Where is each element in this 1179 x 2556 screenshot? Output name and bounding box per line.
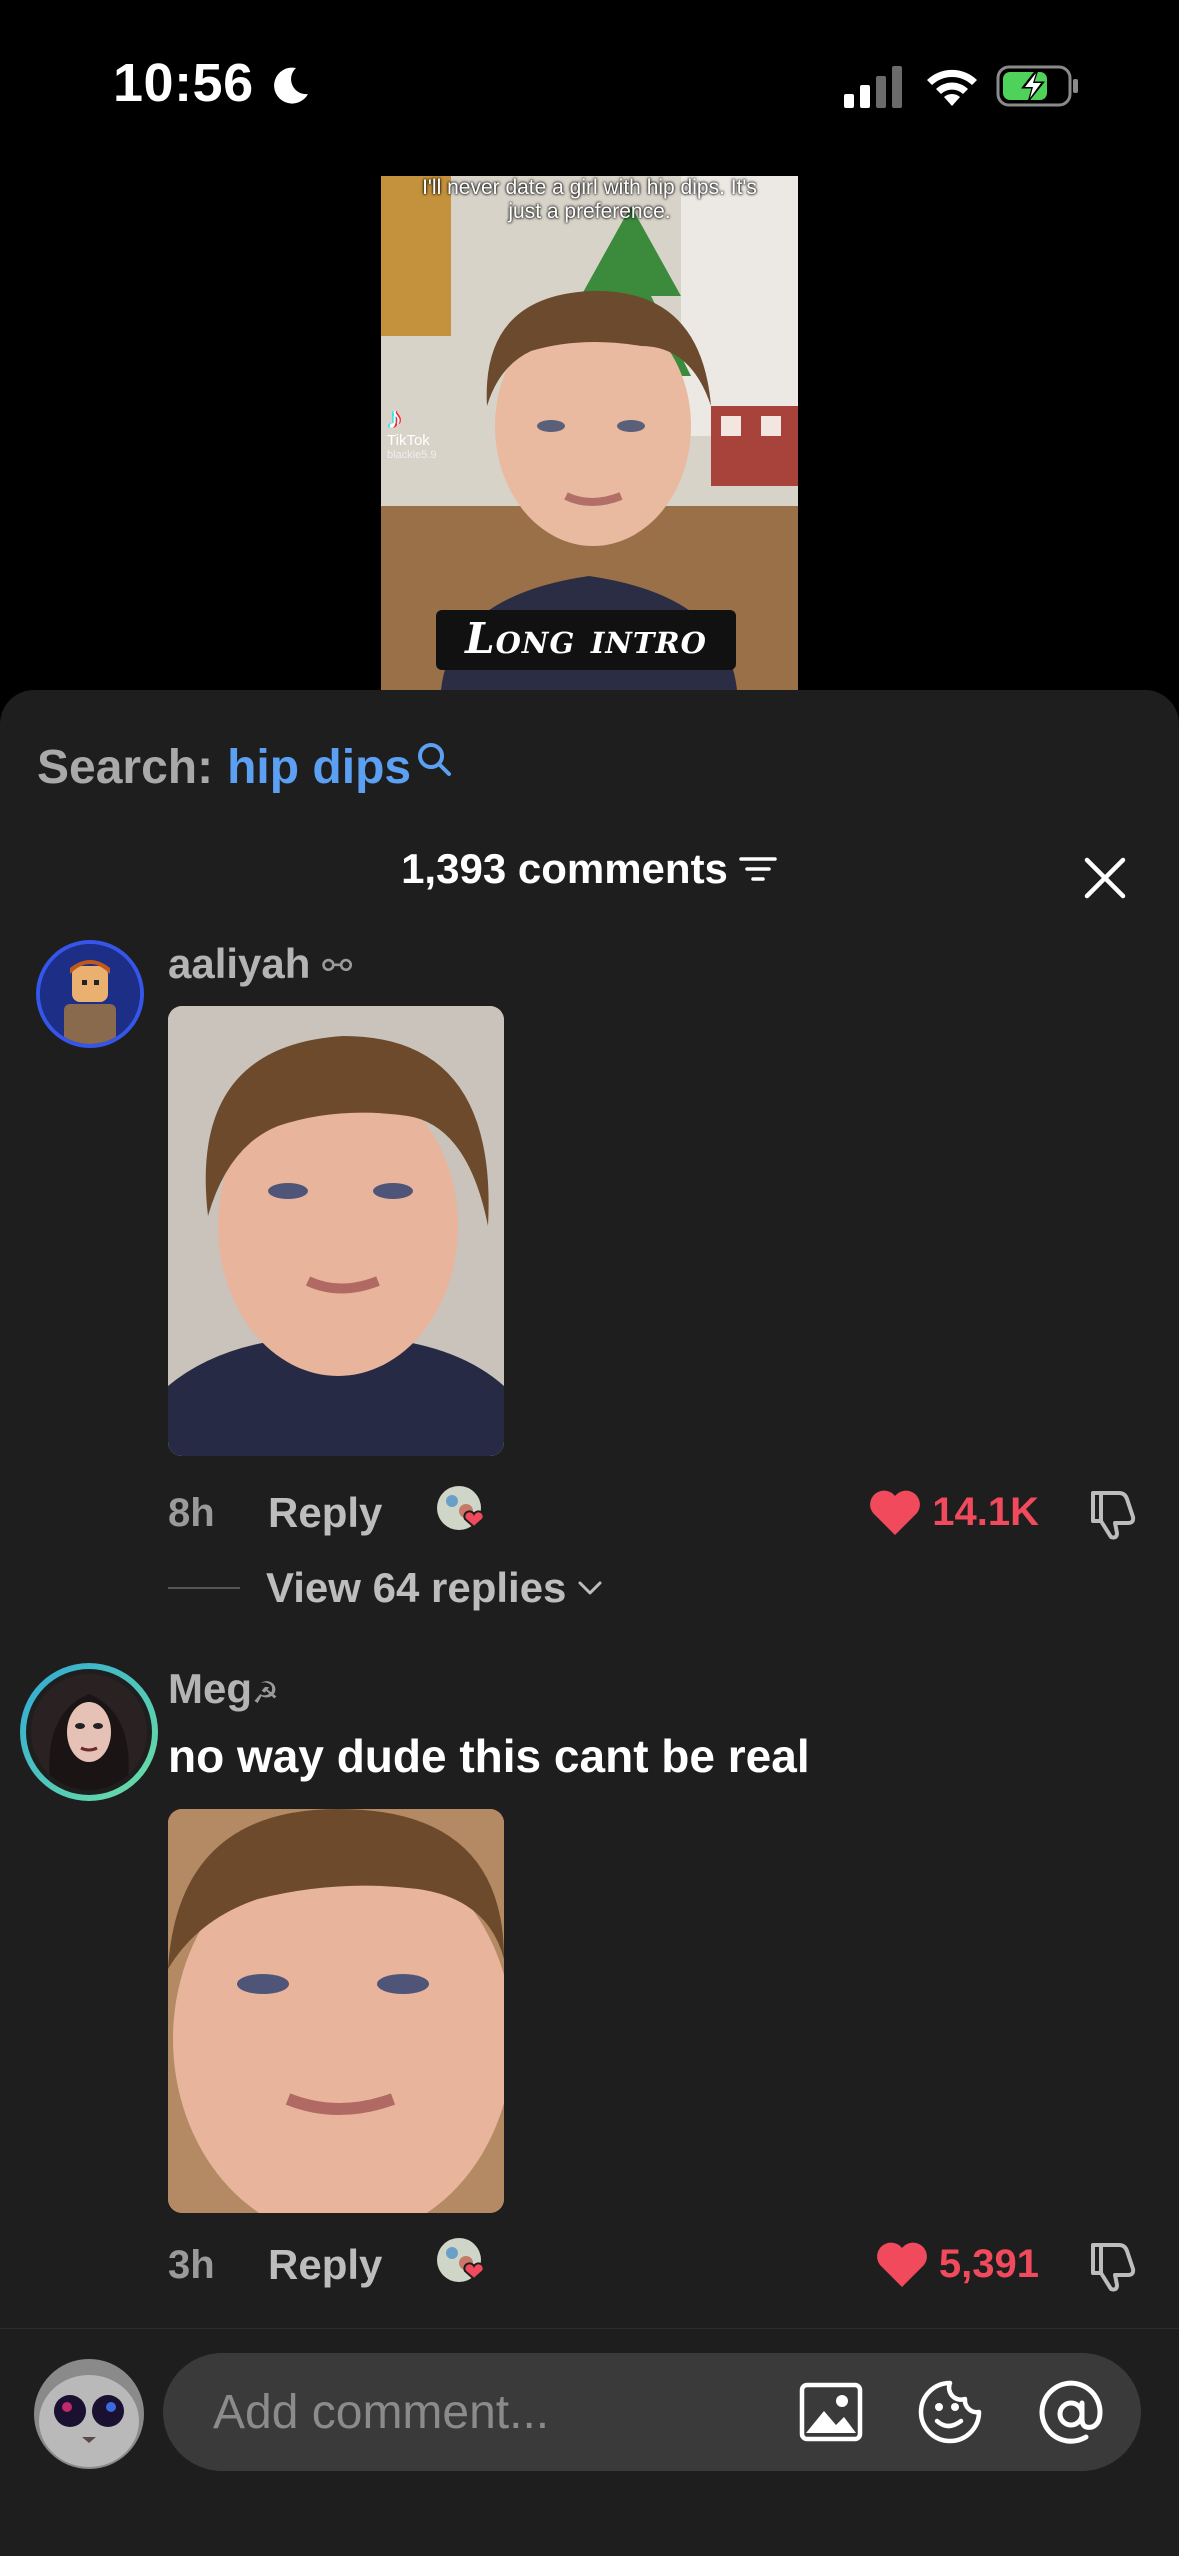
comment-username[interactable]: Meg☭	[168, 1665, 279, 1713]
search-term-link[interactable]: hip dips	[227, 740, 411, 795]
avatar[interactable]	[36, 940, 144, 1048]
watermark-user: blackie5.9	[387, 449, 437, 461]
mention-icon[interactable]	[1036, 2379, 1106, 2449]
avatar	[26, 1669, 152, 1795]
reply-button[interactable]: Reply	[268, 2241, 382, 2289]
reply-button[interactable]: Reply	[268, 1489, 382, 1537]
dislike-icon[interactable]	[1085, 1487, 1139, 1541]
watermark-brand: TikTok	[387, 432, 430, 449]
chevron-down-icon	[578, 1581, 602, 1595]
my-avatar-image	[34, 2359, 144, 2469]
moon-icon	[274, 67, 308, 104]
avatar-image	[31, 1674, 147, 1790]
wifi-icon	[927, 69, 977, 106]
comment-text: no way dude this cant be real	[168, 1730, 810, 1782]
filter-icon[interactable]	[738, 854, 778, 884]
related-search[interactable]: Search: hip dips	[37, 740, 453, 795]
signal-icon	[844, 66, 902, 108]
image-icon[interactable]	[798, 2381, 864, 2443]
heart-icon	[870, 1490, 921, 1535]
tiktok-watermark: ♪ TikTok blackie5.9	[387, 402, 457, 461]
heart-icon	[876, 2242, 927, 2287]
comment-item: Meg☭ no way dude this cant be real 3h Re…	[0, 1663, 1179, 2343]
comment-time: 3h	[168, 2243, 215, 2287]
status-time: 10:56	[113, 53, 254, 113]
comments-sheet: Search: hip dips 1,393 comments aaliyah …	[0, 690, 1179, 2556]
video-preview[interactable]: I'll never date a girl with hip dips. It…	[381, 176, 798, 690]
dislike-icon[interactable]	[1085, 2239, 1139, 2293]
emoji-icon[interactable]	[917, 2379, 983, 2445]
add-comment-input[interactable]	[163, 2353, 1141, 2471]
search-label: Search:	[37, 741, 214, 794]
battery-charging-icon	[996, 65, 1078, 107]
close-icon[interactable]	[1083, 856, 1127, 900]
search-icon[interactable]	[415, 740, 453, 778]
comment-time: 8h	[168, 1491, 215, 1535]
video-overlay-text: I'll never date a girl with hip dips. It…	[422, 176, 757, 223]
replies-divider	[168, 1587, 240, 1589]
comment-actions: 8h Reply 14.1K	[168, 1483, 1139, 1543]
comment-image[interactable]	[168, 1006, 504, 1456]
comments-header: 1,393 comments	[0, 845, 1179, 893]
comment-image[interactable]	[168, 1809, 504, 2213]
creator-liked-icon	[437, 1486, 485, 1530]
comment-username[interactable]: aaliyah ⚯	[168, 940, 352, 988]
comment-item: aaliyah ⚯ 8h Reply 14.1K	[0, 940, 1179, 1640]
comment-composer	[0, 2328, 1179, 2556]
comment-actions: 3h Reply 5,391	[168, 2235, 1139, 2295]
view-replies-label: View 64 replies	[266, 1564, 567, 1611]
status-bar: 10:56	[0, 0, 1179, 170]
like-count: 5,391	[938, 2241, 1039, 2286]
like-button[interactable]: 5,391	[875, 2239, 1039, 2289]
avatar-image	[40, 944, 140, 1044]
video-caption: Long intro	[436, 610, 736, 670]
avatar-story-ring[interactable]	[20, 1663, 158, 1801]
like-count: 14.1K	[932, 1489, 1039, 1534]
tiktok-logo-icon: ♪	[387, 402, 402, 435]
like-button[interactable]: 14.1K	[868, 1487, 1039, 1537]
comment-photo	[168, 1006, 504, 1456]
view-replies-button[interactable]: View 64 replies	[168, 1564, 604, 1612]
comment-count: 1,393 comments	[401, 845, 728, 892]
comment-photo	[168, 1809, 504, 2213]
my-avatar[interactable]	[34, 2359, 144, 2469]
creator-liked-icon	[437, 2238, 485, 2282]
